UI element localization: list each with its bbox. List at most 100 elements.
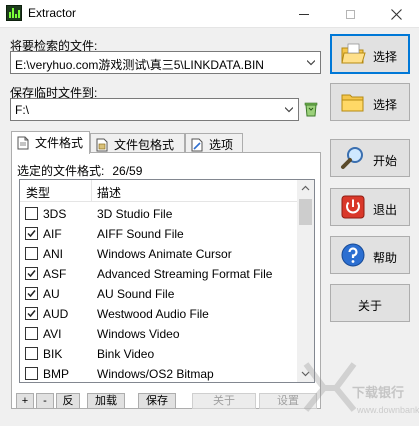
checkmark-icon [27,290,36,298]
start-label: 开始 [373,154,398,168]
list-item[interactable]: AVI Windows Video [20,323,298,343]
format-description: Windows/OS2 Bitmap [97,367,214,381]
tab-label: 文件包格式 [114,138,175,152]
format-checkbox[interactable] [25,207,38,220]
list-item[interactable]: BMP Windows/OS2 Bitmap [20,363,298,382]
format-code: 3DS [43,207,67,221]
tab-label: 选项 [209,138,234,152]
source-file-value: E:\veryhuo.com游戏测试\真三5\LINKDATA.BIN [15,58,264,72]
source-file-combo[interactable]: E:\veryhuo.com游戏测试\真三5\LINKDATA.BIN [10,51,321,74]
power-icon [339,193,367,221]
list-item[interactable]: AIF AIFF Sound File [20,223,298,243]
format-checkbox[interactable] [25,367,38,380]
package-icon [95,138,111,152]
format-code: BIK [43,347,63,361]
checkmark-icon [27,310,36,318]
select-all-button[interactable]: + [16,393,34,409]
select-source-button[interactable]: 选择 [330,34,410,74]
options-icon [190,138,206,152]
format-checkbox[interactable] [25,227,38,240]
format-checkbox[interactable] [25,267,38,280]
list-item[interactable]: AUD Westwood Audio File [20,303,298,323]
folder-icon [339,88,367,116]
format-code: ANI [43,247,64,261]
select-source-label: 选择 [373,50,398,64]
exit-button[interactable]: 退出 [330,188,410,226]
about-small-button[interactable]: 关于 [192,393,256,409]
format-description: 3D Studio File [97,207,173,221]
help-label: 帮助 [373,251,398,265]
selected-count-label: 选定的文件格式: [17,164,105,178]
format-description: Bink Video [97,347,155,361]
selected-count-value: 26/59 [112,164,143,178]
list-item[interactable]: 3DS 3D Studio File [20,203,298,223]
maximize-button[interactable] [327,0,373,28]
minimize-button[interactable] [281,0,327,28]
window-title: Extractor [28,6,77,20]
tab-options[interactable]: 选项 [185,133,243,153]
chevron-down-icon [307,60,315,66]
checkmark-icon [27,270,36,278]
recycle-bin-icon[interactable] [302,100,320,118]
list-item[interactable]: ASF Advanced Streaming Format File [20,263,298,283]
scroll-down-button[interactable] [297,365,314,382]
folder-open-icon [339,40,367,68]
watermark-text: 下载银行 [352,385,405,400]
title-bar: Extractor [0,0,419,28]
column-header-desc[interactable]: 描述 [97,184,121,201]
format-description: Advanced Streaming Format File [97,267,273,281]
format-code: AUD [43,307,69,321]
save-button[interactable]: 保存 [138,393,176,409]
checkmark-icon [27,230,36,238]
help-icon [339,241,367,269]
scroll-up-button[interactable] [297,180,314,197]
selected-count: 选定的文件格式: 26/59 [17,162,142,179]
format-checkbox[interactable] [25,287,38,300]
list-header: 类型 描述 [20,180,298,202]
scrollbar-thumb[interactable] [299,199,312,225]
file-format-panel: 选定的文件格式: 26/59 类型 描述 3DS 3D Studio File AIF… [11,152,321,409]
list-item[interactable]: ANI Windows Animate Cursor [20,243,298,263]
list-item[interactable]: BIK Bink Video [20,343,298,363]
start-button[interactable]: 开始 [330,139,410,177]
format-checkbox[interactable] [25,247,38,260]
format-code: BMP [43,367,70,381]
reset-button[interactable]: 设置 [259,393,317,409]
format-checkbox[interactable] [25,327,38,340]
tab-file-format[interactable]: 文件格式 [11,131,90,154]
vertical-scrollbar[interactable] [297,180,314,382]
close-icon [390,9,402,21]
app-icon [6,5,22,21]
format-description: AIFF Sound File [97,227,184,241]
tab-package-format[interactable]: 文件包格式 [90,133,185,153]
column-header-type[interactable]: 类型 [26,184,50,201]
exit-label: 退出 [373,203,398,217]
format-code: AU [43,287,60,301]
format-description: AU Sound File [97,287,175,301]
about-button[interactable]: 关于 [330,284,410,322]
file-icon [16,136,32,150]
temp-folder-value: F:\ [15,103,29,117]
select-temp-label: 选择 [373,98,398,112]
format-code: AIF [43,227,62,241]
format-code: ASF [43,267,67,281]
format-list[interactable]: 类型 描述 3DS 3D Studio File AIF AIFF Sound Fil… [19,179,315,383]
close-button[interactable] [373,0,419,28]
load-button[interactable]: 加载 [87,393,125,409]
help-button[interactable]: 帮助 [330,236,410,274]
select-none-button[interactable]: - [36,393,54,409]
magnifier-icon [339,144,367,172]
list-item[interactable]: AU AU Sound File [20,283,298,303]
format-description: Windows Video [97,327,180,341]
tab-label: 文件格式 [35,136,84,150]
format-description: Windows Animate Cursor [97,247,232,261]
temp-folder-combo[interactable]: F:\ [10,98,299,121]
format-checkbox[interactable] [25,347,38,360]
invert-selection-button[interactable]: 反 [56,393,80,409]
format-checkbox[interactable] [25,307,38,320]
format-code: AVI [43,327,62,341]
select-temp-button[interactable]: 选择 [330,83,410,121]
watermark-url: www.downbank.cn [357,405,419,415]
chevron-down-icon [285,107,293,113]
format-description: Westwood Audio File [97,307,209,321]
